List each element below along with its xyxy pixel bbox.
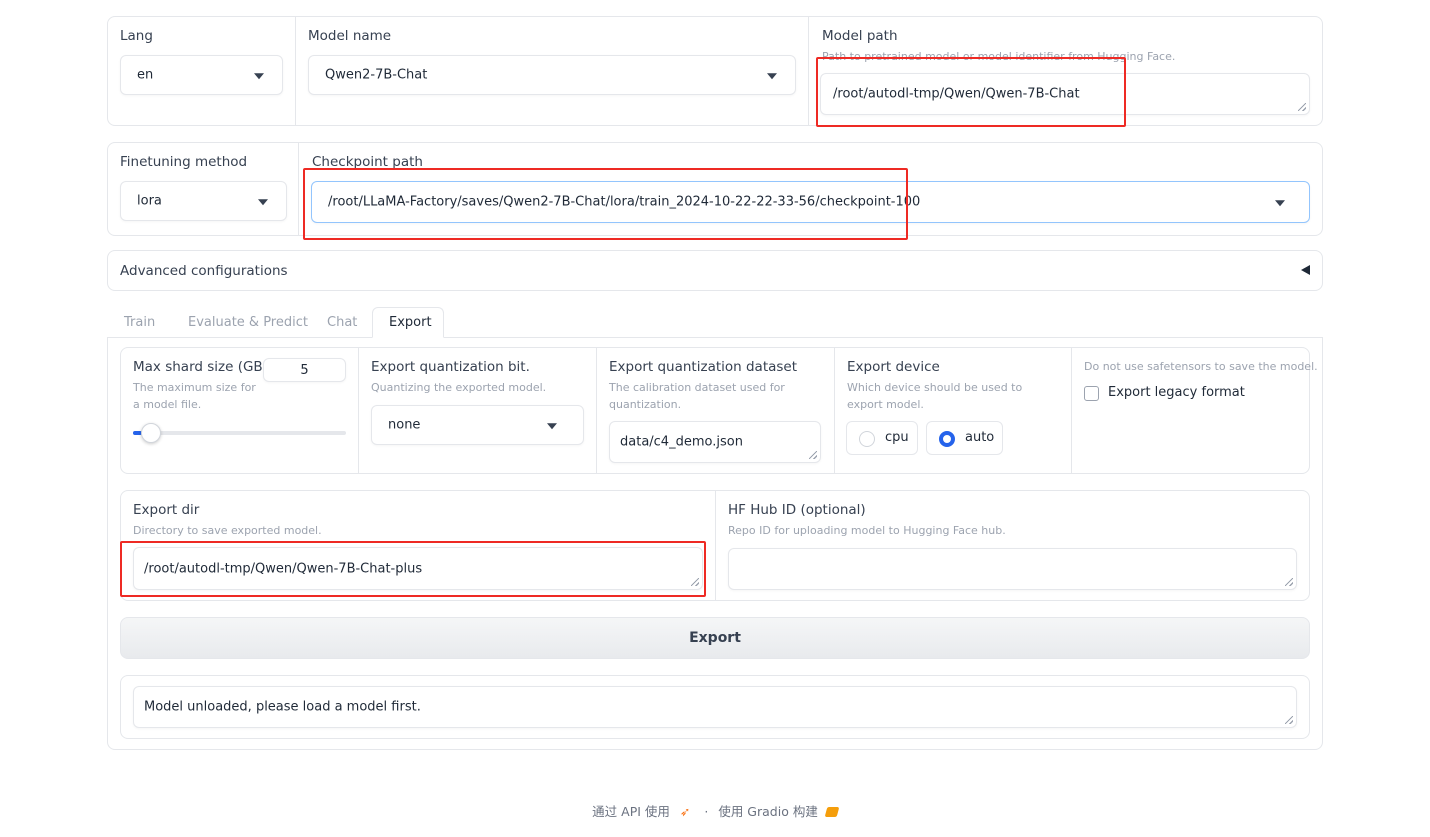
chevron-down-icon bbox=[254, 73, 264, 80]
resize-handle-icon[interactable] bbox=[1298, 103, 1306, 111]
export-device-info: Which device should be used to export mo… bbox=[847, 381, 1023, 411]
divider bbox=[358, 348, 359, 473]
export-dir-input[interactable]: /root/autodl-tmp/Qwen/Qwen-7B-Chat-plus bbox=[133, 547, 703, 590]
lang-dropdown[interactable]: en bbox=[120, 55, 283, 95]
max-shard-info: The maximum size for a model file. bbox=[133, 381, 256, 411]
model-path-input[interactable]: /root/autodl-tmp/Qwen/Qwen-7B-Chat bbox=[820, 73, 1310, 115]
checkpoint-path-dropdown[interactable]: /root/LLaMA-Factory/saves/Qwen2-7B-Chat/… bbox=[311, 181, 1310, 223]
tab-chat[interactable]: Chat bbox=[327, 308, 357, 338]
checkpoint-path-value: /root/LLaMA-Factory/saves/Qwen2-7B-Chat/… bbox=[328, 194, 921, 210]
quant-bit-label: Export quantization bit. bbox=[371, 359, 530, 375]
divider bbox=[596, 348, 597, 473]
model-name-label: Model name bbox=[308, 28, 392, 44]
export-dir-info: Directory to save exported model. bbox=[133, 524, 322, 537]
max-shard-label: Max shard size (GB) bbox=[133, 359, 268, 375]
model-path-value: /root/autodl-tmp/Qwen/Qwen-7B-Chat bbox=[833, 86, 1080, 102]
hub-id-input[interactable] bbox=[728, 548, 1297, 590]
chevron-down-icon bbox=[258, 199, 268, 206]
footer-gradio-link[interactable]: 使用 Gradio 构建 bbox=[718, 804, 818, 819]
legacy-checkbox[interactable] bbox=[1084, 386, 1099, 401]
divider bbox=[1071, 348, 1072, 473]
legacy-label[interactable]: Export legacy format bbox=[1108, 385, 1245, 400]
resize-handle-icon[interactable] bbox=[1285, 716, 1293, 724]
device-option-label: auto bbox=[965, 430, 995, 445]
export-button[interactable]: Export bbox=[120, 617, 1310, 659]
quant-bit-info: Quantizing the exported model. bbox=[371, 381, 547, 394]
max-shard-value: 5 bbox=[300, 363, 309, 378]
model-path-label: Model path bbox=[822, 28, 898, 44]
hub-id-label: HF Hub ID (optional) bbox=[728, 502, 866, 518]
footer: 通过 API 使用 ➶ · 使用 Gradio 构建 bbox=[0, 801, 1430, 820]
triangle-left-icon bbox=[1301, 265, 1310, 275]
finetuning-method-dropdown[interactable]: lora bbox=[120, 181, 287, 221]
tab-evaluate-predict[interactable]: Evaluate & Predict bbox=[188, 308, 308, 338]
resize-handle-icon[interactable] bbox=[1285, 578, 1293, 586]
device-option-label: cpu bbox=[885, 430, 909, 445]
finetuning-method-label: Finetuning method bbox=[120, 154, 248, 170]
resize-handle-icon[interactable] bbox=[691, 578, 699, 586]
tab-export[interactable]: Export bbox=[372, 307, 444, 338]
divider bbox=[834, 348, 835, 473]
resize-handle-icon[interactable] bbox=[809, 451, 817, 459]
device-option-auto[interactable]: auto bbox=[926, 421, 1003, 455]
radio-checked-icon bbox=[939, 431, 955, 447]
model-name-value: Qwen2-7B-Chat bbox=[325, 67, 428, 83]
quant-bit-dropdown[interactable]: none bbox=[371, 405, 584, 445]
export-dir-label: Export dir bbox=[133, 502, 200, 518]
max-shard-number-input[interactable]: 5 bbox=[263, 358, 346, 382]
hub-id-info: Repo ID for uploading model to Hugging F… bbox=[728, 524, 1006, 537]
quant-dataset-info: The calibration dataset used for quantiz… bbox=[609, 381, 785, 411]
divider bbox=[295, 17, 296, 125]
model-name-dropdown[interactable]: Qwen2-7B-Chat bbox=[308, 55, 796, 95]
tab-export-label: Export bbox=[389, 315, 432, 330]
checkpoint-path-label: Checkpoint path bbox=[312, 154, 423, 170]
max-shard-slider-track[interactable] bbox=[133, 431, 346, 435]
device-option-cpu[interactable]: cpu bbox=[846, 421, 918, 455]
quant-dataset-input[interactable]: data/c4_demo.json bbox=[609, 421, 821, 463]
finetuning-method-value: lora bbox=[137, 193, 162, 209]
gradio-logo-icon bbox=[824, 807, 840, 817]
quant-dataset-value: data/c4_demo.json bbox=[620, 434, 743, 450]
advanced-configurations-accordion[interactable]: Advanced configurations bbox=[107, 250, 1323, 291]
chevron-down-icon bbox=[547, 423, 557, 430]
model-path-info: Path to pretrained model or model identi… bbox=[822, 50, 1176, 63]
chevron-down-icon bbox=[767, 73, 777, 80]
radio-unchecked-icon bbox=[859, 431, 875, 447]
lang-label: Lang bbox=[120, 28, 153, 44]
tab-train[interactable]: Train bbox=[124, 308, 155, 338]
divider bbox=[808, 17, 809, 125]
lang-value: en bbox=[137, 67, 154, 83]
legacy-info: Do not use safetensors to save the model… bbox=[1084, 360, 1318, 373]
chevron-down-icon bbox=[1275, 200, 1285, 207]
footer-api-link[interactable]: 通过 API 使用 bbox=[592, 804, 670, 819]
divider bbox=[298, 143, 299, 235]
footer-separator: · bbox=[704, 804, 709, 819]
advanced-label: Advanced configurations bbox=[120, 263, 288, 279]
max-shard-slider-thumb[interactable] bbox=[141, 423, 161, 443]
quant-bit-value: none bbox=[388, 417, 421, 433]
rocket-icon: ➶ bbox=[679, 804, 691, 819]
output-textbox[interactable]: Model unloaded, please load a model firs… bbox=[133, 686, 1297, 728]
export-device-label: Export device bbox=[847, 359, 940, 375]
divider bbox=[715, 491, 716, 600]
quant-dataset-label: Export quantization dataset bbox=[609, 359, 798, 375]
export-button-label: Export bbox=[689, 630, 741, 646]
output-value: Model unloaded, please load a model firs… bbox=[144, 699, 421, 715]
export-dir-value: /root/autodl-tmp/Qwen/Qwen-7B-Chat-plus bbox=[144, 561, 423, 576]
